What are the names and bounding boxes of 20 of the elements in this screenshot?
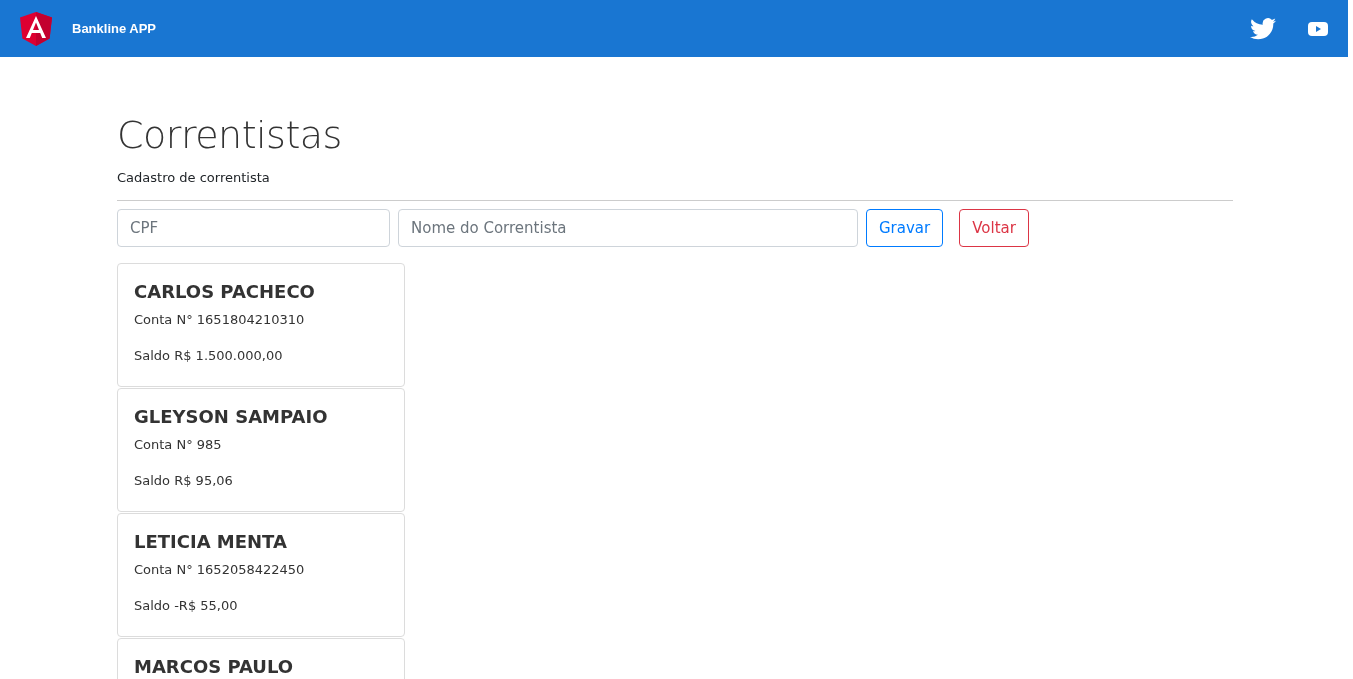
client-name: MARCOS PAULO bbox=[134, 657, 295, 677]
account-number: Conta N° 985 bbox=[134, 436, 223, 452]
name-field[interactable]: Nome do Correntista bbox=[398, 209, 858, 247]
logo-icon bbox=[20, 11, 52, 46]
back-button[interactable]: Voltar bbox=[959, 209, 1029, 247]
account-balance: Saldo R$ 1.500.000,00 bbox=[134, 347, 284, 363]
page-subtitle: Cadastro de correntista bbox=[117, 170, 270, 185]
client-name: LETICIA MENTA bbox=[134, 532, 288, 552]
app-title: Bankline APP bbox=[72, 21, 157, 36]
page-title: Correntistas bbox=[117, 113, 343, 157]
account-balance: Saldo R$ 95,06 bbox=[134, 472, 234, 488]
client-name: GLEYSON SAMPAIO bbox=[134, 407, 329, 427]
account-balance: Saldo -R$ 55,00 bbox=[134, 597, 239, 613]
bird-icon[interactable] bbox=[1250, 17, 1276, 40]
cpf-field[interactable]: CPF bbox=[117, 209, 390, 247]
client-name: CARLOS PACHECO bbox=[134, 282, 316, 302]
account-number: Conta N° 1651804210310 bbox=[134, 311, 306, 327]
play-icon[interactable] bbox=[1308, 21, 1328, 36]
account-number: Conta N° 1652058422450 bbox=[134, 561, 306, 577]
save-button[interactable]: Gravar bbox=[866, 209, 944, 247]
